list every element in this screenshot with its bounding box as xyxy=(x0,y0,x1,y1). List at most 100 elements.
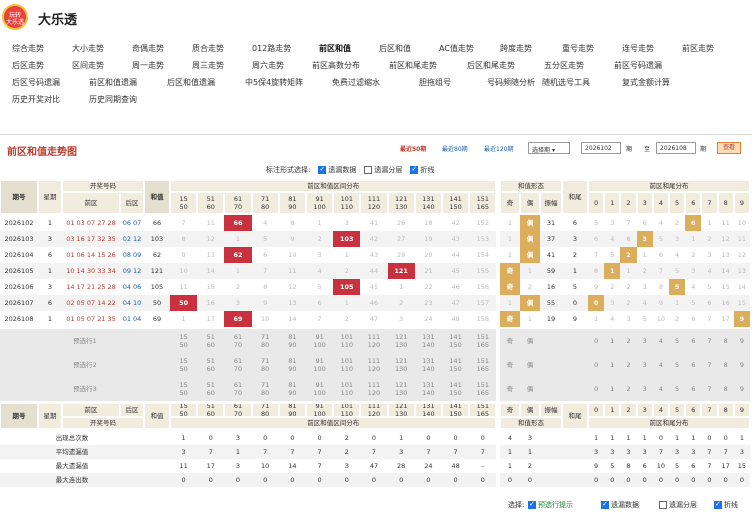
nav-link[interactable]: 后区和尾走势 xyxy=(467,60,515,71)
prediction-cell[interactable]: 121 130 xyxy=(387,329,415,353)
prediction-cell[interactable]: 141 150 xyxy=(442,377,470,401)
to-period-input[interactable]: 2026108 xyxy=(656,142,696,154)
nav-link[interactable]: 前区和值 xyxy=(319,43,351,54)
prediction-tail[interactable]: 4 xyxy=(652,377,669,401)
nav-link[interactable]: 胆拖组号 xyxy=(419,77,451,88)
nav-link[interactable]: 012路走势 xyxy=(252,43,291,54)
prediction-tail[interactable]: 9 xyxy=(733,353,750,377)
prediction-odd[interactable]: 奇 xyxy=(500,353,520,377)
nav-link[interactable]: 周一走势 xyxy=(132,60,164,71)
prediction-even[interactable]: 偶 xyxy=(520,353,540,377)
nav-link[interactable]: 质合走势 xyxy=(192,43,224,54)
prediction-cell[interactable]: 61 70 xyxy=(224,377,252,401)
prediction-tail[interactable]: 1 xyxy=(604,353,621,377)
prediction-tail[interactable]: 6 xyxy=(685,353,702,377)
option-checkbox[interactable] xyxy=(410,165,419,174)
prediction-cell[interactable]: 151 165 xyxy=(469,353,497,377)
nav-link[interactable]: 后区和值 xyxy=(379,43,411,54)
nav-link[interactable]: 周三走势 xyxy=(192,60,224,71)
prediction-tail[interactable]: 2 xyxy=(620,329,637,353)
prediction-cell[interactable]: 15 50 xyxy=(170,353,198,377)
prediction-tail[interactable]: 9 xyxy=(733,329,750,353)
prediction-tail[interactable]: 0 xyxy=(588,329,605,353)
prediction-cell[interactable]: 15 50 xyxy=(170,377,198,401)
nav-link[interactable]: 前区和值遗漏 xyxy=(89,77,137,88)
prediction-cell[interactable]: 91 100 xyxy=(306,329,334,353)
prediction-cell[interactable]: 51 60 xyxy=(197,377,225,401)
prediction-tail[interactable]: 1 xyxy=(604,377,621,401)
prediction-cell[interactable]: 101 110 xyxy=(333,377,361,401)
nav-link[interactable]: 前区和尾走势 xyxy=(389,60,437,71)
prediction-cell[interactable]: 71 80 xyxy=(251,353,279,377)
prediction-cell[interactable]: 81 90 xyxy=(278,377,306,401)
prediction-tail[interactable]: 3 xyxy=(636,329,653,353)
prediction-row-label[interactable]: 预选行3 xyxy=(0,377,170,401)
nav-link[interactable]: 前区走势 xyxy=(682,43,714,54)
nav-link[interactable]: 综合走势 xyxy=(12,43,44,54)
period-select[interactable]: 选择期 ▾ xyxy=(528,142,570,154)
prediction-tail[interactable]: 3 xyxy=(636,353,653,377)
prediction-cell[interactable]: 101 110 xyxy=(333,329,361,353)
prediction-tail[interactable]: 8 xyxy=(717,329,734,353)
prediction-tail[interactable]: 6 xyxy=(685,329,702,353)
prediction-cell[interactable]: 51 60 xyxy=(197,329,225,353)
latest-50-link[interactable]: 最近50期 xyxy=(400,144,426,153)
nav-link[interactable]: 连号走势 xyxy=(622,43,654,54)
prediction-tail[interactable]: 0 xyxy=(588,377,605,401)
from-period-input[interactable]: 2026102 xyxy=(581,142,621,154)
prediction-tail[interactable]: 5 xyxy=(669,329,686,353)
option-checkbox[interactable] xyxy=(318,165,327,174)
prediction-cell[interactable]: 91 100 xyxy=(306,377,334,401)
prediction-tail[interactable]: 7 xyxy=(701,377,718,401)
prediction-cell[interactable]: 15 50 xyxy=(170,329,198,353)
nav-link[interactable]: 免费过滤缩水 xyxy=(332,77,380,88)
nav-link[interactable]: 后区号码遗漏 xyxy=(12,77,60,88)
nav-link[interactable]: 历史开奖对比 xyxy=(12,94,60,105)
nav-link[interactable]: 历史同期查询 xyxy=(89,94,137,105)
prediction-cell[interactable]: 71 80 xyxy=(251,329,279,353)
prediction-tail[interactable]: 9 xyxy=(733,377,750,401)
nav-link[interactable]: 后区走势 xyxy=(12,60,44,71)
nav-link[interactable]: 前区号码遗漏 xyxy=(614,60,662,71)
prediction-tail[interactable]: 6 xyxy=(685,377,702,401)
prediction-cell[interactable]: 121 130 xyxy=(387,377,415,401)
nav-link[interactable]: 后区和值遗漏 xyxy=(167,77,215,88)
prediction-cell[interactable]: 81 90 xyxy=(278,353,306,377)
nav-link[interactable]: 号码频随分析 xyxy=(487,77,535,88)
prediction-cell[interactable]: 151 165 xyxy=(469,377,497,401)
footer-checkbox[interactable] xyxy=(601,500,609,509)
prediction-cell[interactable]: 51 60 xyxy=(197,353,225,377)
nav-link[interactable]: 中5保4旋转矩阵 xyxy=(245,77,303,88)
footer-option[interactable]: 遗漏数据 xyxy=(601,500,639,510)
footer-option[interactable]: 遗漏分层 xyxy=(659,500,697,510)
prediction-even[interactable]: 偶 xyxy=(520,329,540,353)
prediction-cell[interactable]: 131 140 xyxy=(414,377,442,401)
prediction-tail[interactable]: 5 xyxy=(669,377,686,401)
footer-option[interactable]: 预选行提示 xyxy=(528,500,573,510)
prediction-tail[interactable]: 4 xyxy=(652,353,669,377)
prediction-cell[interactable]: 131 140 xyxy=(414,329,442,353)
prediction-odd[interactable]: 奇 xyxy=(500,377,520,401)
nav-link[interactable]: 重号走势 xyxy=(562,43,594,54)
nav-link[interactable]: 大小走势 xyxy=(72,43,104,54)
prediction-tail[interactable]: 8 xyxy=(717,377,734,401)
nav-link[interactable]: 区间走势 xyxy=(72,60,104,71)
prediction-cell[interactable]: 111 120 xyxy=(360,329,388,353)
latest-120-link[interactable]: 最近120期 xyxy=(484,144,513,153)
nav-link[interactable]: 复式金额计算 xyxy=(622,77,670,88)
prediction-cell[interactable]: 111 120 xyxy=(360,377,388,401)
option-checkbox[interactable] xyxy=(364,166,373,174)
footer-checkbox[interactable] xyxy=(659,501,667,509)
nav-link[interactable]: 五分区走势 xyxy=(544,60,584,71)
view-button[interactable]: 查看 xyxy=(717,142,741,154)
footer-option[interactable]: 折线 xyxy=(714,500,738,510)
prediction-tail[interactable]: 7 xyxy=(701,329,718,353)
nav-link[interactable]: 随机选号工具 xyxy=(542,77,590,88)
prediction-tail[interactable]: 2 xyxy=(620,353,637,377)
prediction-tail[interactable]: 1 xyxy=(604,329,621,353)
prediction-cell[interactable]: 81 90 xyxy=(278,329,306,353)
prediction-cell[interactable]: 111 120 xyxy=(360,353,388,377)
prediction-cell[interactable]: 151 165 xyxy=(469,329,497,353)
footer-checkbox[interactable] xyxy=(528,500,536,509)
prediction-cell[interactable]: 61 70 xyxy=(224,329,252,353)
